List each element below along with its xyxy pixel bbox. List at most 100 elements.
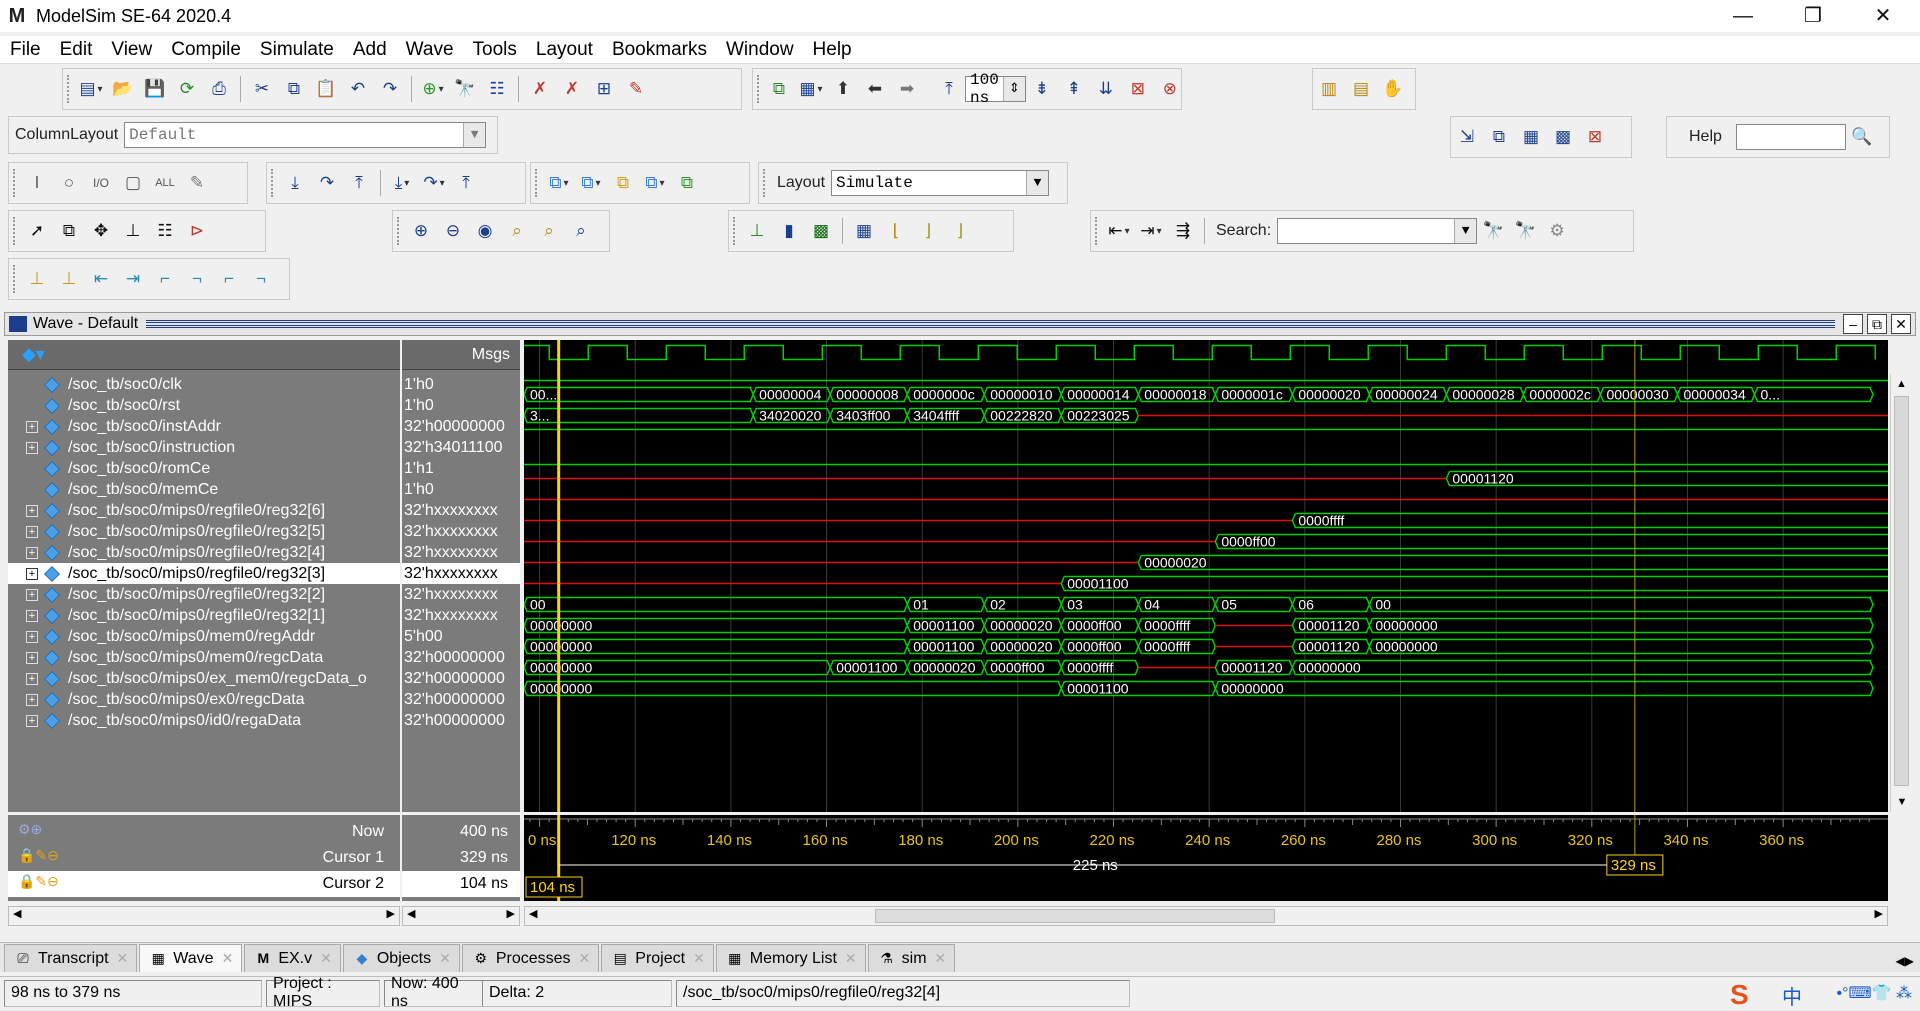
toolbar-grip[interactable] [13,265,17,293]
expand-icon[interactable]: + [26,714,38,727]
filter-blocks-icon[interactable]: ✎ [184,170,210,196]
signal-value[interactable]: 32'h00000000 [402,710,520,731]
maximize-button[interactable]: ❐ [1778,0,1848,32]
minimize-button[interactable]: — [1708,0,1778,32]
close-icon[interactable]: ✕ [579,950,591,967]
expand-icon[interactable]: + [26,420,38,433]
filter-output-icon[interactable]: ○ [56,170,82,196]
signal-row[interactable]: + /soc_tb/soc0/instruction [8,437,400,458]
chevron-down-icon[interactable]: ▼ [463,123,486,147]
tile-icon[interactable]: ▦ [1518,124,1544,150]
signal-row[interactable]: + /soc_tb/soc0/mips0/ex0/regcData [8,689,400,710]
signal-row[interactable]: + /soc_tb/soc0/mips0/regfile0/reg32[5] [8,521,400,542]
tab-scroll-icon[interactable]: ◀▶ [1896,954,1914,968]
menu-add[interactable]: Add [353,39,387,61]
scroll-up-icon[interactable]: ▲ [1891,374,1912,394]
insert-cursor-icon[interactable]: ⊥ [24,266,50,292]
signal-value[interactable]: 1'h0 [402,395,520,416]
wave-vertical-scrollbar[interactable]: ▲ ▼ [1890,374,1912,812]
scroll-right-icon[interactable]: ▶ [387,907,395,920]
zoom-mode-icon[interactable]: ⧉ [56,218,82,244]
value-pane-hscroll[interactable]: ◀ ▶ [402,906,520,926]
clear-icon[interactable]: ✎ [623,76,649,102]
menu-help[interactable]: Help [813,39,852,61]
signal-value[interactable]: 32'h00000000 [402,647,520,668]
add-signal-icon[interactable]: ◆▾ [22,344,45,365]
print-icon[interactable]: ⎙ [206,76,232,102]
run-length-spinner[interactable]: ⇕ [1002,77,1025,101]
expand-icon[interactable]: + [26,630,38,643]
signal-row[interactable]: + /soc_tb/soc0/instAddr [8,416,400,437]
step-over-icon[interactable]: ↷ [314,170,340,196]
toolbar-grip[interactable] [733,217,737,245]
ime-toolbar-icon[interactable]: •°⌨👕 ⁂ [1837,983,1912,1003]
reload-icon[interactable]: ⟳ [174,76,200,102]
select-mode-icon[interactable]: ➚ [24,218,50,244]
signal-row[interactable]: /soc_tb/soc0/memCe [8,479,400,500]
menu-compile[interactable]: Compile [171,39,241,61]
wave-format-event-icon[interactable]: ▦ [851,218,877,244]
cut-icon[interactable]: ✂ [249,76,275,102]
step-up-icon[interactable]: ⬆ [830,76,856,102]
toolbar-grip[interactable] [757,75,759,103]
search-input[interactable]: ▼ [1277,218,1478,244]
close-icon[interactable]: ✕ [320,950,332,967]
rising-edge-prev-icon[interactable]: ⌐ [152,266,178,292]
signal-row[interactable]: + /soc_tb/soc0/mips0/mem0/regAddr [8,626,400,647]
close-icon[interactable]: ✕ [845,950,857,967]
name-pane-hscroll[interactable]: ◀ ▶ [8,906,400,926]
zoom-cursor-icon[interactable]: ⌕ [504,218,530,244]
signal-value[interactable]: 32'h00000000 [402,668,520,689]
edit-mode-icon[interactable]: ⊥ [120,218,146,244]
tab-project[interactable]: ▤ Project ✕ [601,944,714,972]
cursor2-row[interactable]: 🔒✎⊖ Cursor 2 [8,871,400,897]
zoom-between-cursors-icon[interactable]: ⌕ [536,218,562,244]
signal-value[interactable]: 1'h1 [402,458,520,479]
tab-wave[interactable]: ▦ Wave ✕ [139,944,243,972]
expand-icon[interactable]: + [26,567,38,580]
scroll-down-icon[interactable]: ▼ [1891,792,1913,812]
dataflow-export-icon[interactable]: ⧉ [674,170,700,196]
wave-edge-fall-icon[interactable]: ⌋ [947,218,973,244]
tab-ex-v[interactable]: M EX.v ✕ [244,944,341,972]
signal-row[interactable]: + /soc_tb/soc0/mips0/regfile0/reg32[3] [8,563,400,584]
menu-wave[interactable]: Wave [406,39,454,61]
signal-row[interactable]: + /soc_tb/soc0/mips0/ex_mem0/regcData_o [8,668,400,689]
rising-edge-next-icon[interactable]: ¬ [184,266,210,292]
signal-value[interactable]: 32'hxxxxxxxx [402,542,520,563]
expand-icon[interactable]: + [26,609,38,622]
dataflow-expand-icon[interactable]: ⧉ [610,170,636,196]
wave-format-literal-icon[interactable]: ⊥ [744,218,770,244]
waveform-pane[interactable]: 00... 00000004 00000008 0000000c 00000010 000… [524,340,1888,812]
menu-layout[interactable]: Layout [536,39,593,61]
expand-icon[interactable]: + [26,651,38,664]
filter-internal-icon[interactable]: ▢ [120,170,146,196]
close-icon[interactable]: ✕ [935,950,947,967]
wave-edge-next-icon[interactable]: ⌋ [915,218,941,244]
wave-edge-prev-icon[interactable]: ⌊ [883,218,909,244]
zoom-full-icon[interactable]: ◉ [472,218,498,244]
cascade-icon[interactable]: ⧉ [1486,124,1512,150]
collapse-all-icon[interactable]: ☷ [484,76,510,102]
open-folder-icon[interactable]: 📂 [110,76,136,102]
find-event-icon[interactable]: ⇶ [1170,218,1196,244]
delete-cursor-icon[interactable]: ⊥ [56,266,82,292]
hand-icon[interactable]: ✋ [1380,76,1406,102]
wave-hscroll-thumb[interactable] [875,909,1275,923]
close-window-icon[interactable]: ⊠ [1582,124,1608,150]
ime-mode[interactable]: 中 [1782,981,1802,1010]
column-layout-select[interactable]: Default ▼ [124,122,487,148]
menu-bookmarks[interactable]: Bookmarks [612,39,707,61]
zoom-out-icon[interactable]: ⊖ [440,218,466,244]
signal-value[interactable]: 32'hxxxxxxxx [402,605,520,626]
signal-value[interactable]: 32'hxxxxxxxx [402,563,520,584]
expand-icon[interactable]: + [26,546,38,559]
break-sim-icon[interactable]: ⊗ [1157,76,1183,102]
pan-mode-icon[interactable]: ✥ [88,218,114,244]
signal-row[interactable]: + /soc_tb/soc0/mips0/regfile0/reg32[6] [8,500,400,521]
search-options-icon[interactable]: 🔭 [1512,218,1538,244]
zoom-region-icon[interactable]: ⌕ [568,218,594,244]
signal-row[interactable]: + /soc_tb/soc0/mips0/regfile0/reg32[4] [8,542,400,563]
find-next-transition-icon[interactable]: ⇥ [1138,218,1164,244]
signal-row[interactable]: + /soc_tb/soc0/mips0/regfile0/reg32[1] [8,605,400,626]
